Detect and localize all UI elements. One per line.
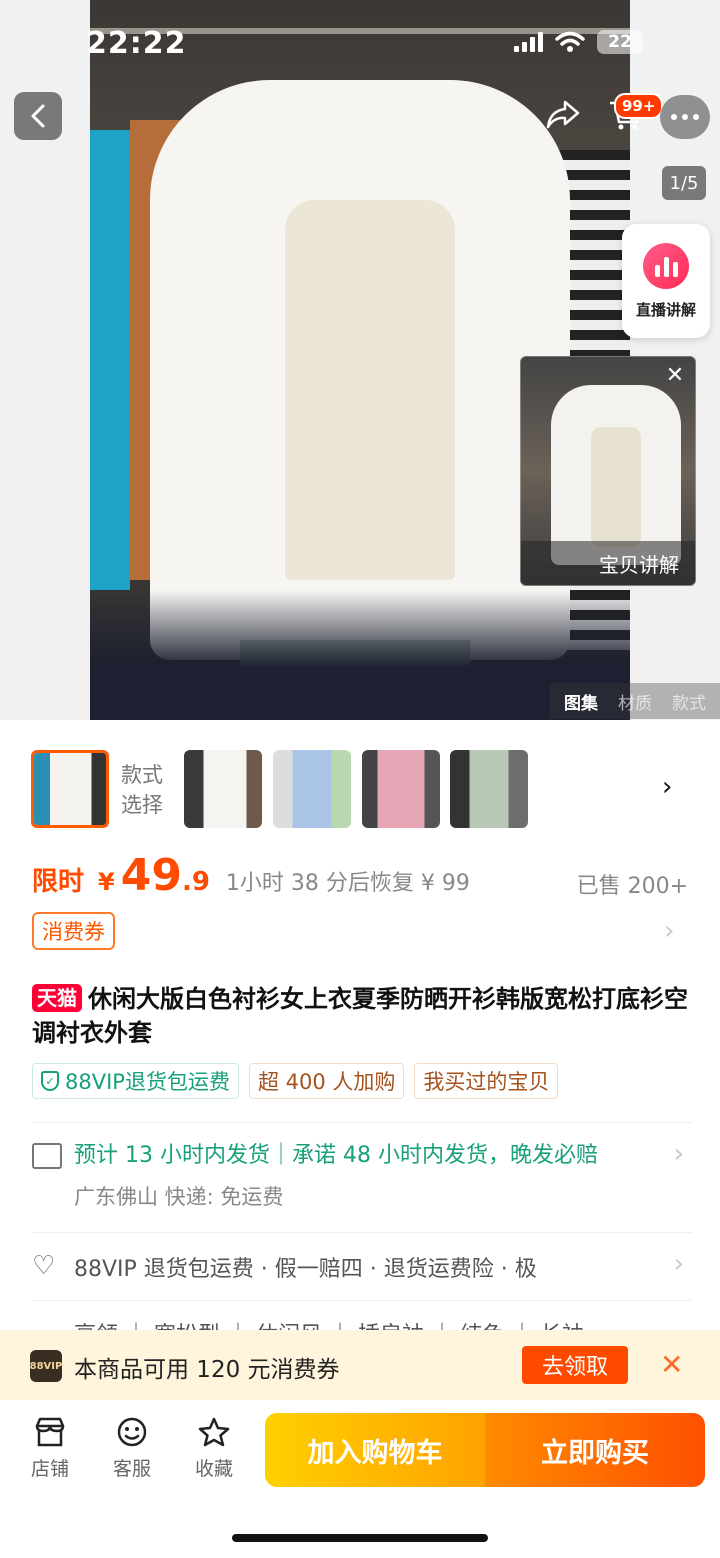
style-thumb-image xyxy=(362,750,440,828)
favorite-button[interactable]: 收藏 xyxy=(184,1416,244,1481)
tmall-badge: 天猫 xyxy=(32,984,82,1012)
style-thumb[interactable] xyxy=(450,750,528,828)
tag-88vip[interactable]: ✓ 88VIP退货包运费 xyxy=(32,1063,239,1099)
shield-check-icon: ✓ xyxy=(41,1071,59,1091)
battery-icon: 22 xyxy=(597,30,643,54)
product-image-gallery[interactable]: 22:22 22 99+ 1/5 直播讲解 ✕ 宝贝讲解 图集 材质 款式 xyxy=(0,0,720,720)
chat-smile-icon xyxy=(117,1417,147,1447)
more-button[interactable] xyxy=(660,95,710,139)
style-label-line: 选择 xyxy=(121,793,163,817)
attributes-row[interactable]: 亨领 ｜ 宽松型 ｜ 休闲风 ｜ 插肩袖 ｜ 纯色 ｜ 长袖 xyxy=(32,1300,692,1334)
more-dot xyxy=(682,114,688,120)
style-thumb-image xyxy=(273,750,351,828)
currency-symbol: ¥ xyxy=(98,868,115,896)
signal-icon xyxy=(514,32,543,52)
claim-coupon-button[interactable]: 去领取 xyxy=(522,1346,628,1384)
chevron-right-icon[interactable]: › xyxy=(662,772,672,802)
guarantee-text: 88VIP 退货包运费 · 假一赔四 · 退货运费险 · 极 xyxy=(74,1257,537,1282)
customer-service-button[interactable]: 客服 xyxy=(102,1416,162,1481)
limited-time-label: 限时 xyxy=(32,867,85,897)
live-icon xyxy=(643,242,689,289)
more-dot xyxy=(693,114,699,120)
style-selector: 款式 选择 › xyxy=(0,720,720,832)
video-label: 宝贝讲解 xyxy=(521,541,695,585)
price-decimal: .9 xyxy=(181,867,210,897)
background-clothes xyxy=(90,130,130,590)
tag-label: 超 400 人加购 xyxy=(257,1070,396,1094)
chevron-right-icon: › xyxy=(673,1249,684,1279)
close-icon[interactable]: ✕ xyxy=(661,361,689,389)
price-restore-text: 1小时 38 分后恢复 ¥ 99 xyxy=(225,871,470,896)
background-bags xyxy=(90,590,630,720)
tab-style[interactable]: 款式 xyxy=(672,689,706,714)
store-icon xyxy=(35,1417,65,1447)
shipping-row[interactable]: 预计 13 小时内发货｜承诺 48 小时内发货，晚发必赔 广东佛山 快递: 免运… xyxy=(32,1122,692,1224)
close-icon[interactable]: ✕ xyxy=(660,1348,683,1381)
gallery-tabs: 图集 材质 款式 xyxy=(550,683,720,719)
product-tags: ✓ 88VIP退货包运费 超 400 人加购 我买过的宝贝 xyxy=(32,1063,559,1099)
style-label: 款式 选择 xyxy=(121,760,163,820)
service-label: 客服 xyxy=(112,1458,151,1480)
shipping-origin: 广东佛山 快递: 免运费 xyxy=(74,1185,284,1209)
product-title-text: 休闲大版白色衬衫女上衣夏季防晒开衫韩版宽松打底衫空调衬衣外套 xyxy=(32,985,688,1047)
price-integer: 49 xyxy=(120,850,182,901)
shipping-estimate: 预计 13 小时内发货｜承诺 48 小时内发货，晚发必赔 xyxy=(74,1143,598,1168)
chevron-right-icon: › xyxy=(673,1139,684,1169)
coupon-banner: 88VIP 本商品可用 120 元消费券 去领取 ✕ xyxy=(0,1330,720,1400)
truck-icon xyxy=(32,1143,62,1169)
bottom-action-bar: 店铺 客服 收藏 加入购物车 立即购买 xyxy=(0,1400,720,1500)
style-thumb[interactable] xyxy=(273,750,351,828)
live-explain-button[interactable]: 直播讲解 xyxy=(622,224,710,338)
guarantee-row[interactable]: ♡ 88VIP 退货包运费 · 假一赔四 · 退货运费险 · 极 › xyxy=(32,1232,692,1298)
chevron-left-icon xyxy=(31,104,45,128)
style-thumb[interactable] xyxy=(31,750,109,828)
status-time: 22:22 xyxy=(86,26,187,61)
style-thumb-image xyxy=(450,750,528,828)
back-button[interactable] xyxy=(14,92,62,140)
camisole xyxy=(285,200,455,580)
chevron-right-icon[interactable]: › xyxy=(664,916,674,946)
buy-now-button[interactable]: 立即购买 xyxy=(485,1413,705,1487)
88vip-logo: 88VIP xyxy=(30,1350,62,1382)
add-to-cart-button[interactable]: 加入购物车 xyxy=(265,1413,485,1487)
share-button[interactable] xyxy=(540,92,586,138)
style-thumb[interactable] xyxy=(184,750,262,828)
style-thumb-image xyxy=(34,753,106,825)
style-thumb[interactable] xyxy=(362,750,440,828)
live-explain-label: 直播讲解 xyxy=(635,300,696,319)
store-button[interactable]: 店铺 xyxy=(20,1416,80,1481)
coupon-tag[interactable]: 消费券 xyxy=(32,912,115,950)
tag-label: 我买过的宝贝 xyxy=(423,1070,550,1094)
style-label-line: 款式 xyxy=(121,763,163,787)
cart-count-badge: 99+ xyxy=(614,93,664,119)
tag-purchased[interactable]: 我买过的宝贝 xyxy=(414,1063,559,1099)
product-title: 天猫 休闲大版白色衬衫女上衣夏季防晒开衫韩版宽松打底衫空调衬衣外套 xyxy=(32,982,692,1050)
favorite-label: 收藏 xyxy=(194,1458,233,1480)
wifi-icon xyxy=(555,31,585,52)
status-icons: 22 xyxy=(514,30,643,54)
home-indicator[interactable] xyxy=(232,1534,488,1542)
heart-icon: ♡ xyxy=(32,1251,56,1281)
video-frame-cami xyxy=(591,427,641,547)
product-video-pip[interactable]: ✕ 宝贝讲解 xyxy=(520,356,696,586)
style-thumb-image xyxy=(184,750,262,828)
image-counter: 1/5 xyxy=(662,166,706,200)
coupon-banner-text: 本商品可用 120 元消费券 xyxy=(74,1357,340,1383)
tag-add-to-cart-count[interactable]: 超 400 人加购 xyxy=(248,1063,405,1099)
sold-count: 已售 200+ xyxy=(576,874,688,899)
tag-label: 88VIP退货包运费 xyxy=(65,1070,230,1094)
share-icon xyxy=(546,100,580,129)
star-icon xyxy=(198,1417,230,1447)
tab-gallery[interactable]: 图集 xyxy=(564,689,598,714)
store-label: 店铺 xyxy=(30,1458,69,1480)
more-dot xyxy=(671,114,677,120)
tab-material[interactable]: 材质 xyxy=(618,689,652,714)
